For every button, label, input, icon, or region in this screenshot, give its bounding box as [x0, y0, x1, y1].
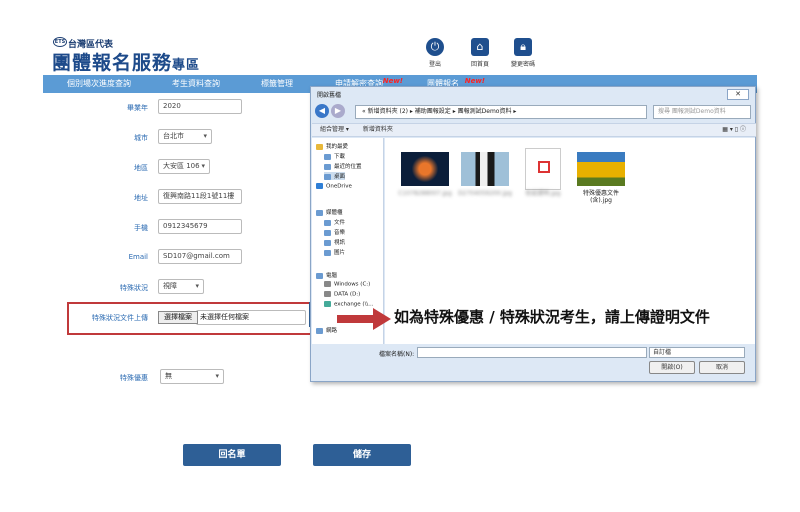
video-icon — [324, 239, 331, 246]
year-label: 畢業年 — [127, 104, 148, 112]
discount-label: 特殊優惠 — [120, 374, 148, 382]
star-icon — [316, 143, 323, 150]
search-input[interactable]: 搜尋 團報測試Demo資料 — [653, 105, 751, 119]
file-thumbnail-certificate[interactable] — [525, 148, 561, 190]
back-to-list-button[interactable]: 回名單 — [183, 444, 281, 466]
file-thumbnail-jellyfish[interactable] — [401, 152, 449, 186]
library-icon — [316, 209, 323, 216]
sidebar-item-favorites[interactable]: 我的最愛 — [316, 142, 348, 150]
dialog-title: 開啟舊檔 — [317, 92, 342, 99]
address-bar[interactable]: « 新增資料夾 (2) ▸ 補助團報設定 ▸ 團報測試Demo資料 ▸ — [355, 105, 647, 119]
new-folder-button[interactable]: 新增資料夾 — [363, 126, 393, 133]
sidebar-item-computer[interactable]: 電腦 — [316, 271, 337, 279]
email-label: Email — [128, 253, 148, 261]
recent-icon — [324, 163, 331, 170]
district-label: 地區 — [134, 164, 148, 172]
home-button[interactable]: ⌂ 回首頁 — [457, 38, 503, 68]
forward-arrow-icon[interactable]: ▶ — [331, 104, 345, 118]
special-status-label: 特殊狀況 — [120, 284, 148, 292]
discount-select[interactable]: 無 — [160, 369, 224, 384]
sidebar-item-recent[interactable]: 最近的位置 — [324, 162, 362, 170]
file-name: 佐証證明.jpg — [525, 190, 561, 197]
filename-input[interactable] — [417, 347, 647, 358]
phone-input[interactable]: 0912345679 — [158, 219, 242, 234]
file-name: 特殊優惠文件(含).jpg — [582, 190, 619, 204]
file-thumbnail-penguins[interactable] — [461, 152, 509, 186]
back-arrow-icon[interactable]: ◀ — [315, 104, 329, 118]
sidebar-item-libraries[interactable]: 媒體櫃 — [316, 208, 343, 216]
nav-item-tag-management[interactable]: 標籤管理 — [237, 75, 317, 93]
document-icon — [324, 219, 331, 226]
sidebar-item-music[interactable]: 音樂 — [324, 228, 345, 236]
organize-button[interactable]: 組合管理 ▾ — [320, 126, 349, 133]
sidebar-item-onedrive[interactable]: OneDrive — [316, 183, 352, 190]
sidebar-item-network[interactable]: 網路 — [316, 326, 337, 334]
ets-logo-icon: ETS — [53, 37, 67, 47]
desktop-icon — [324, 173, 331, 180]
nav-item-session-progress[interactable]: 個別場次進度查詢 — [43, 75, 155, 93]
city-select[interactable]: 台北市 — [158, 129, 212, 144]
sidebar-item-pictures[interactable]: 圖片 — [324, 248, 345, 256]
sidebar-item-drive-d[interactable]: DATA (D:) — [324, 291, 360, 298]
drive-icon — [324, 281, 331, 287]
drive-icon — [324, 291, 331, 297]
download-icon — [324, 153, 331, 160]
file-thumbnail-tulips[interactable] — [577, 152, 625, 186]
help-icon[interactable]: ▦ ▾ ▯ ⓘ — [722, 124, 746, 136]
callout-text: 如為特殊優惠 / 特殊狀況考生，請上傳證明文件 — [392, 306, 712, 327]
logout-button[interactable]: ⏻ 登出 — [412, 38, 458, 68]
address-label: 地址 — [134, 194, 148, 202]
file-name: C1078288007.jpg — [398, 190, 452, 197]
network-icon — [316, 327, 323, 334]
email-input[interactable]: SD107@gmail.com — [158, 249, 242, 264]
change-password-button[interactable]: 🔒︎ 變更密碼 — [500, 38, 546, 68]
close-icon[interactable]: ✕ — [727, 89, 749, 100]
page-title: 團體報名服務專區 — [52, 52, 201, 74]
cancel-button[interactable]: 取消 — [699, 361, 745, 374]
computer-icon — [316, 272, 323, 279]
home-icon: ⌂ — [471, 38, 489, 56]
sidebar-item-documents[interactable]: 文件 — [324, 218, 345, 226]
music-icon — [324, 229, 331, 236]
phone-label: 手機 — [134, 224, 148, 232]
filename-label: 檔案名稱(N): — [379, 351, 415, 358]
sidebar-item-drive-c[interactable]: Windows (C:) — [324, 281, 370, 288]
city-label: 城市 — [134, 134, 148, 142]
file-name: D2704059200.jpg — [458, 190, 512, 197]
sidebar-item-desktop[interactable]: 桌面 — [324, 172, 346, 180]
nav-item-candidate-query[interactable]: 考生資料查詢 — [155, 75, 237, 93]
file-status-text: 未選擇任何檔案 — [200, 313, 249, 321]
power-icon: ⏻ — [426, 38, 444, 56]
open-file-dialog: 開啟舊檔 ✕ ◀ ▶ « 新增資料夾 (2) ▸ 補助團報設定 ▸ 團報測試De… — [310, 86, 756, 382]
special-status-select[interactable]: 視障 — [158, 279, 204, 294]
year-input[interactable]: 2020 — [158, 99, 242, 114]
upload-label: 特殊狀況文件上傳 — [92, 314, 148, 322]
picture-icon — [324, 249, 331, 256]
dialog-toolbar: 組合管理 ▾ 新增資料夾 ▦ ▾ ▯ ⓘ — [312, 123, 756, 137]
seal-icon — [538, 161, 550, 173]
open-button[interactable]: 開啟(O) — [649, 361, 695, 374]
choose-file-button[interactable]: 選擇檔案 — [158, 311, 198, 324]
filetype-select[interactable]: 自訂檔 — [649, 347, 745, 358]
sidebar-item-videos[interactable]: 視訊 — [324, 238, 345, 246]
network-drive-icon — [324, 301, 331, 307]
district-select[interactable]: 大安區 106 — [158, 159, 210, 174]
address-input[interactable]: 復興南路11段1號11樓 — [158, 189, 242, 204]
sidebar-item-downloads[interactable]: 下載 — [324, 152, 345, 160]
cloud-icon — [316, 183, 323, 189]
save-button[interactable]: 儲存 — [313, 444, 411, 466]
callout-arrow-icon — [337, 308, 391, 330]
lock-icon: 🔒︎ — [514, 38, 532, 56]
